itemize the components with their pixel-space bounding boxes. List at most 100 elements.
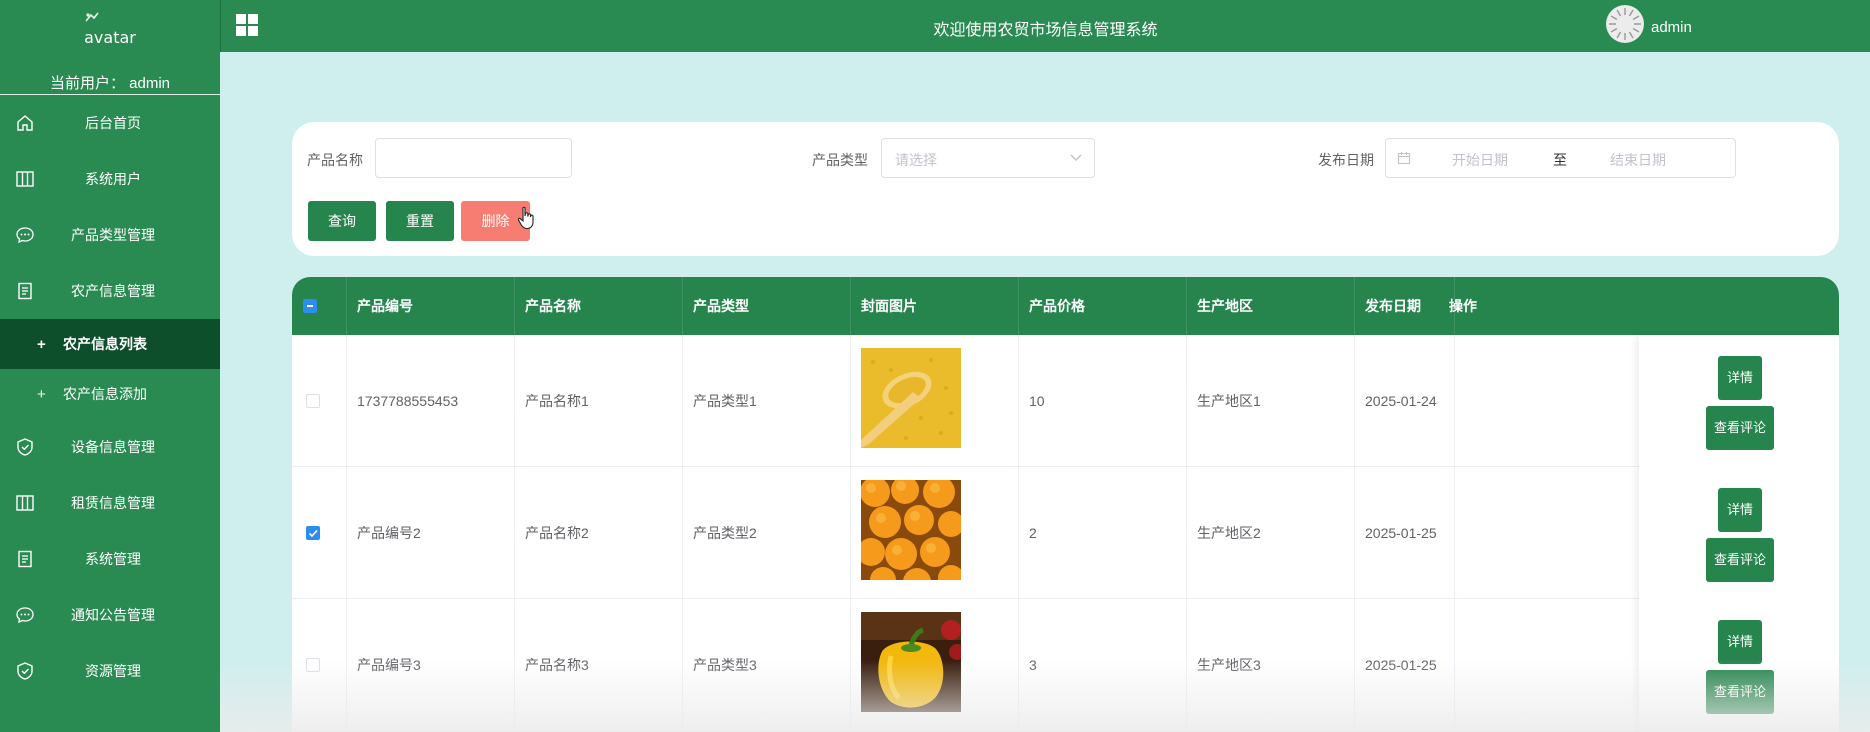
sidebar-item-label: 农产信息管理	[71, 283, 155, 299]
cell-price: 10	[1019, 335, 1187, 467]
search-panel: 产品名称 产品类型 请选择 发布日期 开始日期 至 结束日期 查询 重置 删除	[292, 122, 1839, 256]
row-select-cell	[292, 335, 347, 467]
product-type-label: 产品类型	[812, 152, 868, 168]
sidebar-item-agri-info[interactable]: 农产信息管理	[0, 263, 220, 319]
cell-cover-image	[851, 467, 1019, 599]
product-type-select[interactable]: 请选择	[881, 138, 1095, 178]
table-header: 产品编号 产品名称 产品类型 封面图片 产品价格 生产地区 发布日期 操作	[292, 277, 1839, 335]
detail-button[interactable]: 详情	[1718, 356, 1762, 400]
cell-cover-image	[851, 335, 1019, 467]
row-select-cell	[292, 599, 347, 731]
current-user-label: 当前用户： admin	[49, 75, 171, 92]
sidebar-item-label: 产品类型管理	[71, 227, 155, 243]
sidebar-item-product-type[interactable]: 产品类型管理	[0, 207, 220, 263]
cell-publish-date: 2025-01-24	[1355, 335, 1455, 467]
cover-image-oranges[interactable]	[861, 480, 961, 580]
row-checkbox[interactable]	[306, 526, 320, 540]
select-all-cell	[292, 277, 347, 335]
cell-product-type: 产品类型1	[683, 335, 851, 467]
publish-date-label: 发布日期	[1318, 152, 1374, 168]
row-checkbox[interactable]	[306, 658, 320, 672]
col-header-product-type[interactable]: 产品类型	[683, 277, 851, 335]
hand-pointer-cursor-icon	[517, 206, 534, 230]
loading-spinner-icon	[1607, 6, 1643, 42]
product-name-input[interactable]	[375, 138, 572, 178]
row-checkbox[interactable]	[306, 394, 320, 408]
sidebar-subitem-label: 农产信息列表	[63, 336, 147, 352]
chevron-down-icon	[1070, 154, 1082, 161]
cell-product-id: 产品编号3	[347, 599, 515, 731]
col-header-region[interactable]: 生产地区	[1187, 277, 1355, 335]
cell-product-name: 产品名称3	[515, 599, 683, 731]
table-row: 1737788555453 产品名称1 产品类型1 10 生产地区1 2025-…	[292, 335, 1839, 467]
sidebar-subitem-label: 农产信息添加	[63, 386, 147, 402]
sidebar-item-label: 系统用户	[85, 171, 141, 187]
cell-region: 生产地区3	[1187, 599, 1355, 731]
sidebar-menu: 后台首页 系统用户 产品类型管理 农产信息管理 + 农产信息列表 + 农产信息添…	[0, 95, 220, 699]
cell-price: 2	[1019, 467, 1187, 599]
cell-product-type: 产品类型3	[683, 599, 851, 731]
cell-publish-date: 2025-01-25	[1355, 467, 1455, 599]
col-header-cover-image[interactable]: 封面图片	[851, 277, 1019, 335]
col-header-price[interactable]: 产品价格	[1019, 277, 1187, 335]
avatar[interactable]: avatar	[0, 28, 220, 47]
sidebar-item-label: 后台首页	[85, 115, 141, 131]
sidebar-item-notices[interactable]: 通知公告管理	[0, 587, 220, 643]
sidebar-item-label: 设备信息管理	[71, 439, 155, 455]
cell-price: 3	[1019, 599, 1187, 731]
sidebar-item-label: 租赁信息管理	[71, 495, 155, 511]
detail-button[interactable]: 详情	[1718, 620, 1762, 664]
cell-cover-image	[851, 599, 1019, 731]
sidebar-header: avatar 当前用户： admin	[0, 0, 220, 95]
product-type-placeholder: 请选择	[895, 152, 937, 168]
select-all-checkbox[interactable]	[303, 299, 317, 313]
table-row: 产品编号3 产品名称3 产品类型3 3 生产地区3 2025-01-25	[292, 599, 1839, 731]
user-avatar[interactable]	[1606, 5, 1644, 43]
top-username[interactable]: admin	[1651, 19, 1692, 36]
view-comments-button[interactable]: 查看评论	[1706, 406, 1774, 450]
cell-publish-date: 2025-01-25	[1355, 599, 1455, 731]
top-bar: 欢迎使用农贸市场信息管理系统 admin	[220, 0, 1870, 52]
date-end-input[interactable]: 结束日期	[1610, 150, 1666, 170]
sidebar-item-system-users[interactable]: 系统用户	[0, 151, 220, 207]
cell-region: 生产地区1	[1187, 335, 1355, 467]
col-header-actions: 操作	[1449, 298, 1477, 314]
sidebar-item-equipment[interactable]: 设备信息管理	[0, 419, 220, 475]
date-range-picker[interactable]: 开始日期 至 结束日期	[1385, 138, 1736, 178]
cell-product-name: 产品名称2	[515, 467, 683, 599]
sidebar-item-label: 资源管理	[85, 663, 141, 679]
reset-button[interactable]: 重置	[386, 201, 454, 241]
sidebar-item-system-management[interactable]: 系统管理	[0, 531, 220, 587]
row-select-cell	[292, 467, 347, 599]
table-row: 产品编号2 产品名称2 产品类型2 2 生产地区2 2025-01-25	[292, 467, 1839, 599]
col-header-product-id[interactable]: 产品编号	[347, 277, 515, 335]
cover-image-pepper[interactable]	[861, 612, 961, 712]
detail-button[interactable]: 详情	[1718, 488, 1762, 532]
date-start-input[interactable]: 开始日期	[1452, 150, 1508, 170]
cover-image-millet[interactable]	[861, 348, 961, 448]
col-header-product-name[interactable]: 产品名称	[515, 277, 683, 335]
sidebar-subitem-agri-list[interactable]: + 农产信息列表	[0, 319, 220, 369]
cell-product-name: 产品名称1	[515, 335, 683, 467]
view-comments-button[interactable]: 查看评论	[1706, 538, 1774, 582]
data-table: 产品编号 产品名称 产品类型 封面图片 产品价格 生产地区 发布日期 操作 17…	[292, 277, 1839, 732]
sidebar-item-label: 通知公告管理	[71, 607, 155, 623]
view-comments-button[interactable]: 查看评论	[1706, 670, 1774, 714]
sidebar-subitem-agri-add[interactable]: + 农产信息添加	[0, 369, 220, 419]
product-name-label: 产品名称	[307, 152, 363, 168]
plus-icon: +	[37, 385, 46, 403]
query-button[interactable]: 查询	[308, 201, 376, 241]
sidebar-item-label: 系统管理	[85, 551, 141, 567]
sidebar-item-resources[interactable]: 资源管理	[0, 643, 220, 699]
cell-product-id: 产品编号2	[347, 467, 515, 599]
checkmark-icon	[308, 529, 318, 538]
plus-icon: +	[37, 335, 46, 353]
sidebar-item-rental[interactable]: 租赁信息管理	[0, 475, 220, 531]
actions-column: 详情 查看评论 详情 查看评论 详情 查看评论	[1639, 335, 1839, 732]
date-range-separator: 至	[1553, 152, 1567, 168]
sidebar: avatar 当前用户： admin 后台首页 系统用户 产品类型管理 农产信息…	[0, 0, 220, 732]
cell-product-type: 产品类型2	[683, 467, 851, 599]
cell-region: 生产地区2	[1187, 467, 1355, 599]
sidebar-item-home[interactable]: 后台首页	[0, 95, 220, 151]
cell-product-id: 1737788555453	[347, 335, 515, 467]
